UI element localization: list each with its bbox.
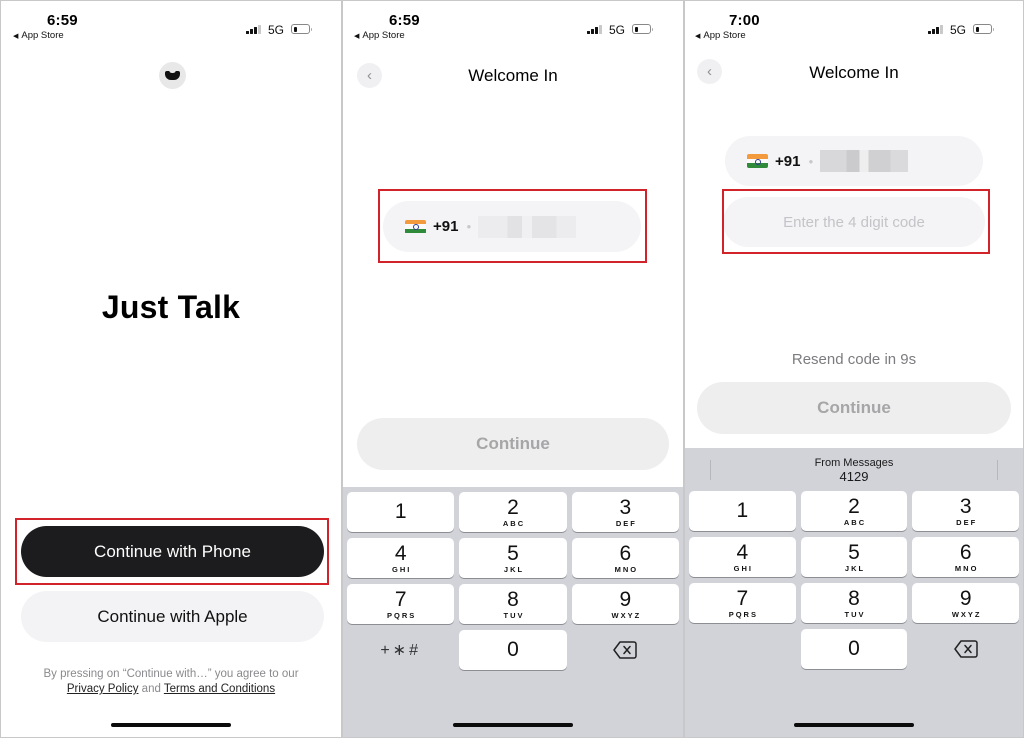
back-to-app-store-link[interactable]: ◀ App Store — [695, 30, 746, 41]
continue-with-phone-button[interactable]: Continue with Phone — [21, 526, 324, 577]
key-2[interactable]: 2 ABC — [800, 491, 908, 531]
key-4[interactable]: 4 GHI — [689, 537, 796, 577]
phone-number-input[interactable]: +91 ● — [383, 201, 641, 252]
status-time: 6:59 — [47, 12, 78, 29]
back-to-app-store-link[interactable]: ◀ App Store — [354, 30, 405, 41]
home-indicator — [111, 723, 231, 727]
country-code[interactable]: +91 — [775, 153, 800, 170]
back-triangle-icon: ◀ — [354, 33, 360, 40]
key-8[interactable]: 8 TUV — [459, 584, 567, 624]
signal-icon — [246, 25, 261, 34]
status-bar: 7:00 ◀ App Store 5G — [685, 11, 1023, 43]
key-8[interactable]: 8 TUV — [800, 583, 908, 623]
network-type: 5G — [609, 23, 626, 37]
key-6[interactable]: 6 MNO — [571, 538, 679, 578]
key-6[interactable]: 6 MNO — [912, 537, 1019, 577]
backspace-key[interactable] — [912, 629, 1019, 669]
key-5[interactable]: 5 JKL — [800, 537, 908, 577]
signal-icon — [587, 25, 602, 34]
network-type: 5G — [268, 23, 285, 37]
key-5[interactable]: 5 JKL — [459, 538, 567, 578]
key-0[interactable]: 0 — [459, 630, 567, 670]
empty-key — [689, 629, 796, 669]
battery-icon — [973, 24, 994, 34]
home-indicator — [794, 723, 914, 727]
screen-phone-entry: 6:59 ◀ App Store 5G ‹ Welcome In +91 ● Co… — [342, 0, 684, 738]
legal-and: and — [141, 683, 161, 695]
hero-title: Just Talk — [101, 289, 241, 325]
suggestion-divider — [997, 460, 998, 480]
legal-notice: By pressing on “Continue with…” you agre… — [1, 667, 341, 697]
keypad: 1 2 ABC 3 DEF 4 GHI 5 JKL 6 MNO 7 PQRS 8 TUV 9W… — [685, 490, 1023, 669]
key-3[interactable]: 3 DEF — [571, 492, 679, 532]
autofill-suggestion[interactable]: From Messages 4129 — [685, 448, 1023, 490]
key-3[interactable]: 3 DEF — [912, 491, 1019, 531]
redacted-phone-number — [820, 150, 909, 172]
key-7[interactable]: 7 PQRS — [689, 583, 796, 623]
page-title: Welcome In — [809, 63, 899, 82]
numeric-keyboard: From Messages 4129 1 2 ABC 3 DEF 4 GHI 5 JKL… — [685, 448, 1023, 737]
numeric-keyboard: 1 2 ABC 3 DEF 4 GHI 5 JKL 6 MNO 7 PQRS 8 TUV 9W… — [343, 487, 683, 737]
battery-icon — [291, 24, 312, 34]
phone-number-input[interactable]: +91 ● — [725, 136, 983, 186]
backspace-icon — [953, 640, 978, 658]
back-triangle-icon: ◀ — [695, 33, 701, 40]
privacy-policy-link[interactable]: Privacy Policy — [67, 683, 139, 695]
status-time: 7:00 — [729, 12, 760, 29]
keypad: 1 2 ABC 3 DEF 4 GHI 5 JKL 6 MNO 7 PQRS 8 TUV 9W… — [343, 487, 683, 670]
terms-link[interactable]: Terms and Conditions — [164, 683, 275, 695]
screen-sign-in: 6:59 ◀ App Store 5G Just Talk Continue wi… — [0, 0, 342, 738]
signal-icon — [928, 25, 943, 34]
continue-with-apple-button[interactable]: Continue with Apple — [21, 591, 324, 642]
key-2[interactable]: 2 ABC — [459, 492, 567, 532]
key-4[interactable]: 4 GHI — [347, 538, 455, 578]
separator-dot: ● — [808, 156, 814, 166]
suggestion-divider — [710, 460, 711, 480]
screen-code-entry: 7:00 ◀ App Store 5G ‹ Welcome In +91 ● En… — [684, 0, 1024, 738]
backspace-icon — [613, 641, 638, 659]
key-7[interactable]: 7 PQRS — [347, 584, 455, 624]
status-bar: 6:59 ◀ App Store 5G — [1, 11, 341, 43]
app-logo-icon — [159, 62, 186, 89]
resend-countdown: Resend code in 9s — [791, 351, 917, 368]
key-9[interactable]: 9 WXYZ — [571, 584, 679, 624]
key-1[interactable]: 1 — [689, 491, 796, 531]
country-code[interactable]: +91 — [433, 218, 458, 235]
home-indicator — [453, 723, 573, 727]
verification-code-input[interactable]: Enter the 4 digit code — [723, 197, 985, 247]
key-1[interactable]: 1 — [347, 492, 455, 532]
redacted-phone-number — [478, 215, 577, 238]
continue-button[interactable]: Continue — [357, 418, 669, 470]
key-0[interactable]: 0 — [800, 629, 908, 669]
status-bar: 6:59 ◀ App Store 5G — [343, 11, 683, 43]
india-flag-icon — [405, 219, 426, 234]
symbols-key[interactable]: +∗# — [347, 630, 454, 670]
suggested-code: 4129 — [839, 469, 869, 484]
key-9[interactable]: 9 WXYZ — [912, 583, 1019, 623]
page-title: Welcome In — [468, 66, 558, 85]
network-type: 5G — [950, 23, 967, 37]
india-flag-icon — [747, 154, 768, 168]
battery-icon — [632, 24, 653, 34]
continue-button[interactable]: Continue — [697, 382, 1011, 434]
back-triangle-icon: ◀ — [13, 33, 19, 40]
status-time: 6:59 — [389, 12, 420, 29]
suggestion-source: From Messages — [814, 457, 894, 469]
back-to-app-store-link[interactable]: ◀ App Store — [13, 30, 64, 41]
backspace-key[interactable] — [572, 630, 679, 670]
legal-text: By pressing on “Continue with…” you agre… — [43, 668, 299, 680]
separator-dot: ● — [466, 222, 472, 231]
